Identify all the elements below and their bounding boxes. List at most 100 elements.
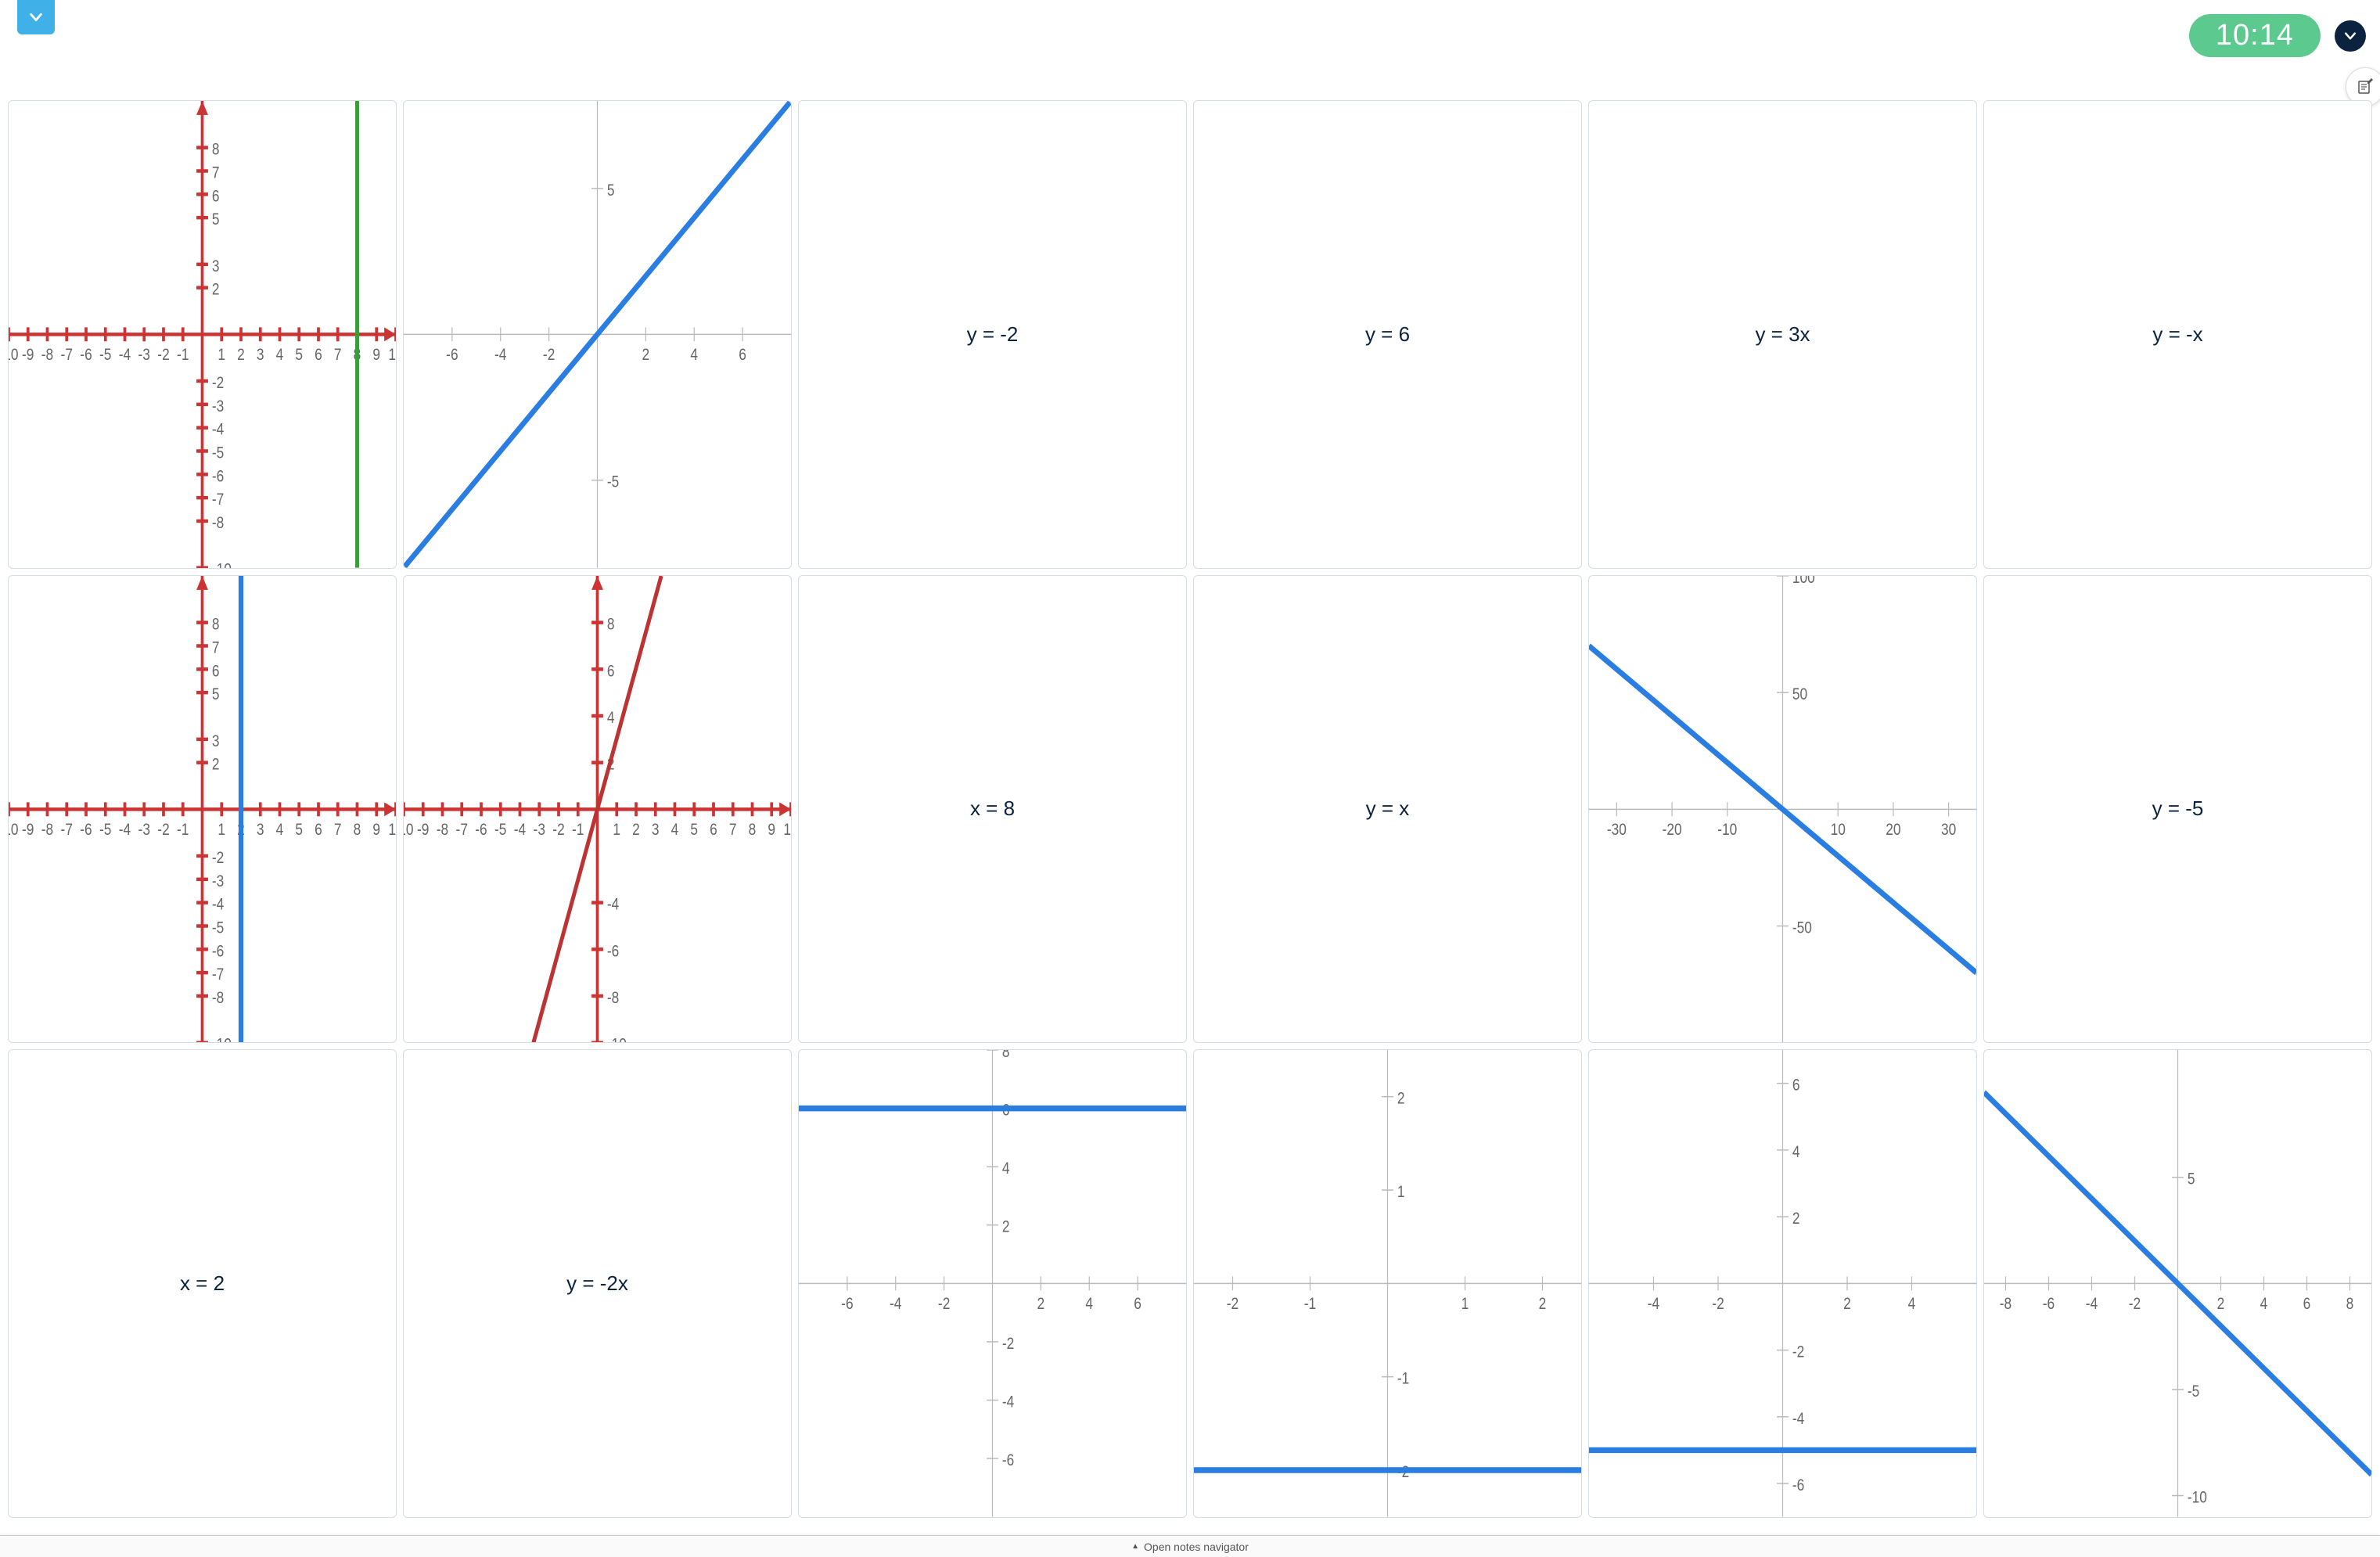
svg-text:6: 6	[315, 821, 322, 839]
svg-text:2: 2	[1792, 1210, 1800, 1228]
svg-text:2: 2	[1397, 1091, 1405, 1109]
svg-text:1: 1	[1397, 1184, 1405, 1202]
svg-text:-7: -7	[456, 821, 468, 839]
svg-text:5: 5	[607, 182, 615, 200]
chevron-down-icon	[27, 9, 45, 26]
graph-card[interactable]: -10-9-8-7-6-5-4-3-2-112345678910-10-8-6-…	[403, 575, 792, 1044]
svg-text:-1: -1	[177, 821, 189, 839]
svg-text:-4: -4	[119, 347, 131, 365]
svg-text:-6: -6	[212, 468, 224, 486]
svg-text:2: 2	[642, 347, 650, 365]
svg-text:3: 3	[257, 347, 264, 365]
svg-text:4: 4	[1002, 1160, 1010, 1178]
svg-text:3: 3	[257, 821, 264, 839]
equation-card[interactable]: y = x	[1193, 575, 1582, 1044]
svg-text:4: 4	[1908, 1296, 1916, 1314]
svg-text:-2: -2	[1712, 1296, 1724, 1314]
svg-text:-8: -8	[607, 989, 619, 1007]
svg-text:-6: -6	[80, 347, 92, 365]
svg-text:7: 7	[212, 164, 220, 182]
graph-card[interactable]: -6-4-2246-55	[403, 100, 792, 569]
svg-text:-8: -8	[212, 989, 224, 1007]
svg-text:-8: -8	[41, 821, 53, 839]
svg-text:-10: -10	[1717, 821, 1737, 839]
chart-plot: -10-9-8-7-6-5-4-3-2-112345678910-10-8-7-…	[9, 576, 396, 1043]
svg-text:-6: -6	[212, 943, 224, 961]
svg-text:-4: -4	[1648, 1296, 1660, 1314]
svg-text:7: 7	[212, 639, 220, 657]
graph-card[interactable]: -4-224-6-4-2246	[1588, 1049, 1977, 1518]
equation-card[interactable]: y = 6	[1193, 100, 1582, 569]
svg-text:-2: -2	[157, 821, 169, 839]
svg-text:6: 6	[1134, 1296, 1141, 1314]
timer-pill: 10:14	[2189, 14, 2321, 57]
svg-text:2: 2	[632, 821, 640, 839]
svg-text:-7: -7	[212, 491, 224, 509]
svg-text:-4: -4	[212, 896, 225, 914]
svg-text:-5: -5	[99, 347, 111, 365]
svg-text:-6: -6	[1792, 1477, 1804, 1495]
notes-navigator-toggle[interactable]: ▲ Open notes navigator	[0, 1535, 2380, 1557]
svg-text:-2: -2	[1002, 1336, 1014, 1354]
svg-text:-4: -4	[890, 1296, 902, 1314]
equation-card[interactable]: y = -x	[1983, 100, 2372, 569]
svg-text:6: 6	[212, 663, 220, 681]
graph-card[interactable]: -6-4-2246-6-4-22468	[798, 1049, 1187, 1518]
header-collapse-button[interactable]	[2335, 20, 2366, 52]
equation-card[interactable]: y = 3x	[1588, 100, 1977, 569]
svg-text:-8: -8	[2000, 1296, 2011, 1314]
equation-card[interactable]: x = 2	[8, 1049, 397, 1518]
svg-text:-4: -4	[607, 896, 620, 914]
equation-card[interactable]: y = -2x	[403, 1049, 792, 1518]
svg-text:2: 2	[212, 756, 220, 774]
svg-text:10: 10	[388, 347, 396, 365]
graph-card[interactable]: -10-9-8-7-6-5-4-3-2-112345678910-10-8-7-…	[8, 100, 397, 569]
svg-text:-6: -6	[80, 821, 92, 839]
svg-text:-7: -7	[61, 347, 73, 365]
svg-text:6: 6	[212, 188, 220, 206]
svg-text:-4: -4	[1792, 1411, 1805, 1429]
svg-text:1: 1	[218, 821, 225, 839]
equation-card[interactable]: x = 8	[798, 575, 1187, 1044]
svg-text:5: 5	[295, 347, 303, 365]
svg-text:-1: -1	[1304, 1296, 1316, 1314]
svg-text:-10: -10	[9, 347, 19, 365]
graph-card[interactable]: -8-6-4-22468-10-55	[1983, 1049, 2372, 1518]
svg-text:-4: -4	[514, 821, 527, 839]
svg-text:2: 2	[1539, 1296, 1547, 1314]
svg-text:-2: -2	[1792, 1343, 1804, 1361]
equation-card[interactable]: y = -5	[1983, 575, 2372, 1044]
svg-text:4: 4	[2260, 1296, 2268, 1314]
chart-plot: -6-4-2246-55	[404, 101, 791, 568]
svg-text:6: 6	[739, 347, 746, 365]
svg-text:5: 5	[690, 821, 698, 839]
svg-text:4: 4	[1085, 1296, 1093, 1314]
svg-text:8: 8	[607, 616, 615, 634]
chart-plot: -2-112-2-112	[1194, 1050, 1581, 1517]
svg-text:-30: -30	[1607, 821, 1627, 839]
svg-text:-2: -2	[212, 375, 224, 393]
svg-text:2: 2	[1037, 1296, 1045, 1314]
equation-label: y = -x	[2152, 322, 2202, 347]
svg-text:8: 8	[1002, 1050, 1010, 1061]
svg-text:-2: -2	[2129, 1296, 2141, 1314]
svg-text:6: 6	[315, 347, 322, 365]
svg-text:-3: -3	[212, 872, 224, 890]
equation-label: x = 8	[970, 796, 1015, 821]
svg-text:3: 3	[652, 821, 660, 839]
svg-text:4: 4	[276, 347, 284, 365]
svg-text:9: 9	[372, 821, 380, 839]
svg-text:-2: -2	[1227, 1296, 1239, 1314]
svg-text:-10: -10	[404, 821, 414, 839]
graph-card[interactable]: -30-20-10102030-5050100	[1588, 575, 1977, 1044]
graph-card[interactable]: -10-9-8-7-6-5-4-3-2-112345678910-10-8-7-…	[8, 575, 397, 1044]
svg-text:-10: -10	[9, 821, 19, 839]
equation-card[interactable]: y = -2	[798, 100, 1187, 569]
svg-text:-10: -10	[212, 561, 232, 567]
graph-card[interactable]: -2-112-2-112	[1193, 1049, 1582, 1518]
page-menu-toggle[interactable]	[17, 0, 55, 34]
svg-text:-7: -7	[212, 965, 224, 983]
svg-text:4: 4	[1792, 1144, 1800, 1162]
equation-label: x = 2	[180, 1271, 225, 1296]
svg-text:2: 2	[237, 347, 245, 365]
